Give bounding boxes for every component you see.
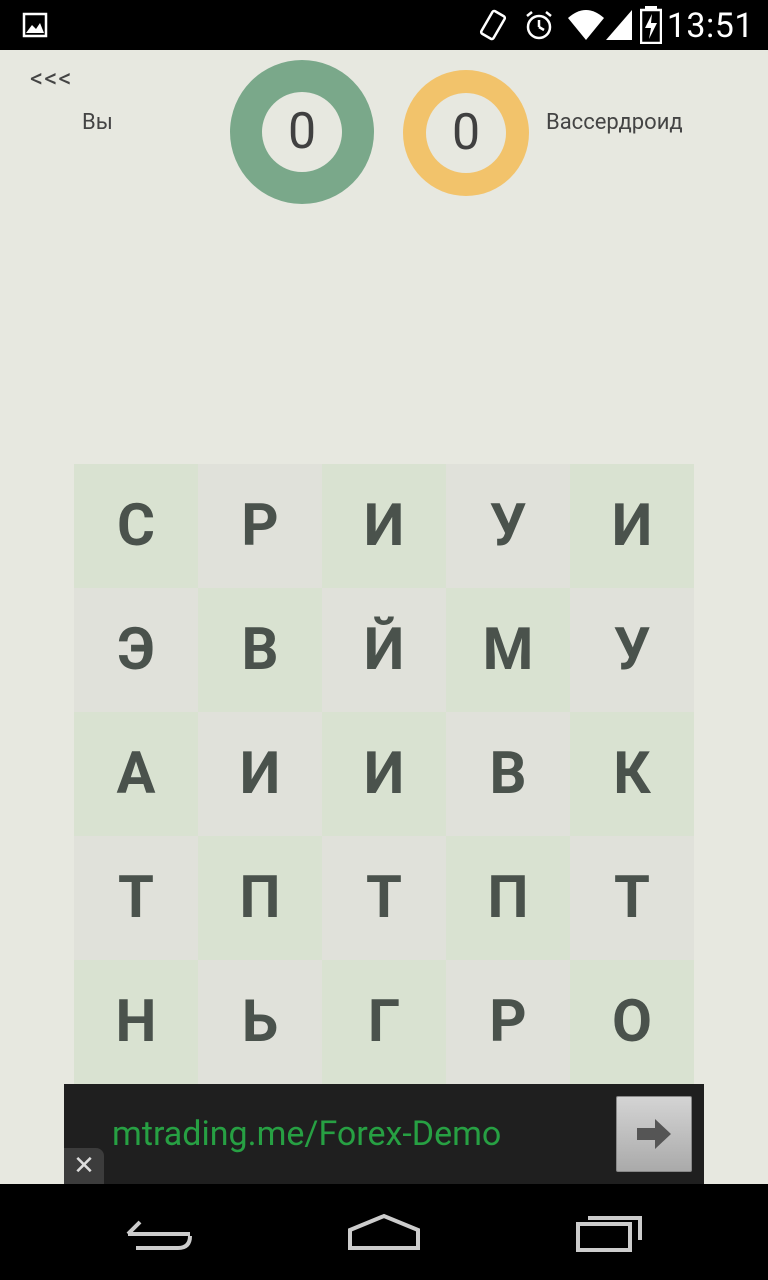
wifi-icon: [568, 10, 604, 40]
letter-cell[interactable]: М: [446, 588, 570, 712]
letter-cell[interactable]: Р: [198, 464, 322, 588]
player-label: Вы: [82, 110, 113, 135]
letter-cell[interactable]: И: [198, 712, 322, 836]
home-icon[interactable]: [346, 1210, 422, 1254]
arrow-right-icon: [637, 1119, 671, 1149]
letter-cell[interactable]: А: [74, 712, 198, 836]
opponent-label: Вассердроид: [546, 110, 683, 135]
alarm-icon: [526, 11, 552, 40]
opponent-score-ring: 0: [403, 70, 529, 196]
letter-cell[interactable]: Р: [446, 960, 570, 1084]
vibrate-icon: [479, 9, 507, 41]
letter-cell[interactable]: Т: [74, 836, 198, 960]
letter-cell[interactable]: Э: [74, 588, 198, 712]
letter-board: С Р И У И Э В Й М У А И И В К Т П Т П Т …: [74, 464, 694, 1084]
letter-cell[interactable]: Т: [322, 836, 446, 960]
signal-icon: [606, 10, 632, 40]
letter-cell[interactable]: В: [446, 712, 570, 836]
status-time: 13:51: [666, 6, 754, 46]
letter-cell[interactable]: У: [446, 464, 570, 588]
status-bar: 13:51: [0, 0, 768, 50]
ad-text[interactable]: mtrading.me/Forex-Demo: [112, 1114, 501, 1154]
letter-cell[interactable]: И: [322, 712, 446, 836]
letter-cell[interactable]: С: [74, 464, 198, 588]
image-icon: [22, 12, 48, 38]
letter-cell[interactable]: К: [570, 712, 694, 836]
ad-open-button[interactable]: [616, 1096, 692, 1172]
letter-cell[interactable]: Г: [322, 960, 446, 1084]
opponent-score: 0: [451, 104, 481, 162]
letter-cell[interactable]: О: [570, 960, 694, 1084]
recents-icon[interactable]: [574, 1210, 646, 1254]
back-button[interactable]: <<<: [30, 64, 73, 94]
letter-cell[interactable]: И: [322, 464, 446, 588]
letter-cell[interactable]: Т: [570, 836, 694, 960]
letter-cell[interactable]: В: [198, 588, 322, 712]
player-score-ring: 0: [230, 60, 374, 204]
letter-cell[interactable]: Н: [74, 960, 198, 1084]
player-score: 0: [287, 103, 317, 161]
battery-charging-icon: [640, 6, 662, 44]
letter-cell[interactable]: Ь: [198, 960, 322, 1084]
letter-cell[interactable]: Й: [322, 588, 446, 712]
letter-cell[interactable]: П: [198, 836, 322, 960]
navigation-bar: [0, 1184, 768, 1280]
ad-close-button[interactable]: ✕: [64, 1148, 104, 1184]
letter-cell[interactable]: И: [570, 464, 694, 588]
letter-cell[interactable]: П: [446, 836, 570, 960]
ad-banner[interactable]: mtrading.me/Forex-Demo ✕: [64, 1084, 704, 1184]
letter-cell[interactable]: У: [570, 588, 694, 712]
back-icon[interactable]: [124, 1210, 196, 1254]
